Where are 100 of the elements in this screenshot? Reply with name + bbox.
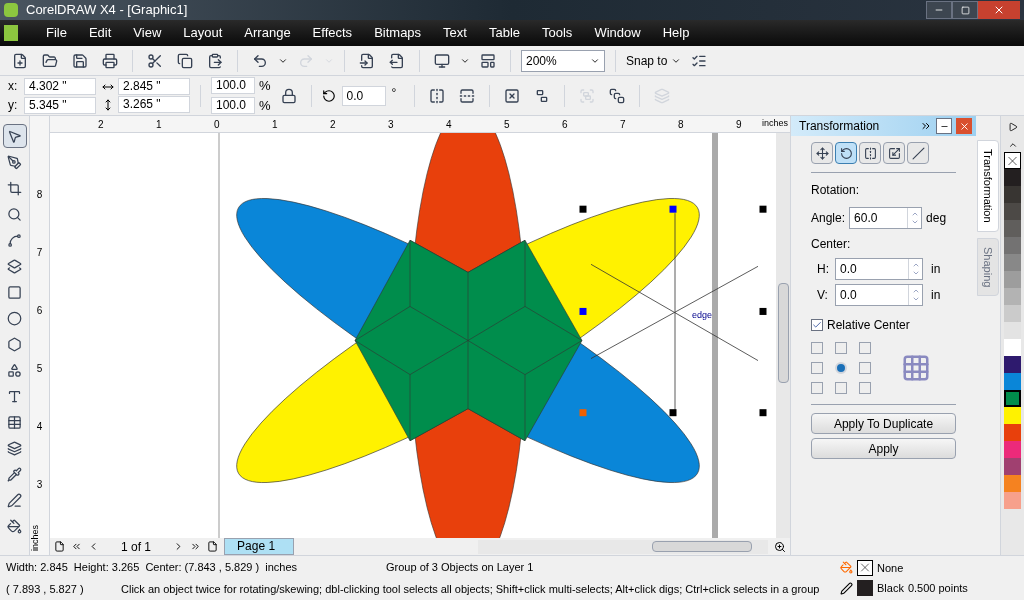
save-icon [72, 52, 88, 69]
ruler-label: 2 [98, 119, 104, 130]
menu-item[interactable]: Effects [304, 23, 361, 43]
apply-button[interactable]: Apply [811, 438, 956, 459]
menu-item[interactable]: Edit [80, 23, 120, 43]
color-swatch[interactable] [1004, 390, 1021, 407]
selection-handle[interactable] [669, 409, 677, 417]
color-swatch[interactable] [1004, 339, 1021, 356]
size-mode-button[interactable] [883, 142, 905, 164]
ruler-label: 4 [36, 421, 43, 433]
scale-x-field[interactable]: 100.0 [211, 76, 255, 94]
scroll-up-icon[interactable] [1007, 140, 1018, 150]
menu-item[interactable]: File [38, 23, 75, 43]
color-swatch[interactable] [1004, 271, 1021, 288]
horizontal-scrollbar[interactable] [478, 539, 768, 554]
ruler-unit-label: inches [762, 117, 788, 131]
no-fill-swatch [857, 559, 873, 576]
page-tab[interactable]: Page 1 [224, 538, 295, 555]
pick-tool-button[interactable] [2, 124, 27, 148]
color-swatch[interactable] [1004, 373, 1021, 390]
color-swatch[interactable] [1004, 203, 1021, 220]
minimize-button[interactable] [936, 118, 952, 134]
color-swatch[interactable] [1004, 492, 1021, 509]
rectangle-icon [7, 284, 22, 300]
apply-button[interactable]: Apply To Duplicate [811, 413, 956, 434]
docker-title: Transformation [799, 118, 880, 135]
rotation-field[interactable]: 0.0 [341, 85, 386, 106]
color-swatch[interactable] [1004, 322, 1021, 339]
y-field[interactable]: 5.345 " [24, 96, 96, 114]
table-icon [7, 414, 22, 430]
skew-mode-button[interactable] [907, 142, 929, 164]
last-page-icon[interactable] [190, 541, 202, 552]
zoom-dropdown[interactable]: 200% [521, 49, 605, 72]
add-page-icon[interactable] [207, 541, 219, 552]
menu-item[interactable]: Bitmaps [366, 23, 430, 43]
menu-item[interactable]: View [125, 23, 170, 43]
maximize-button[interactable] [952, 1, 978, 19]
color-swatch[interactable] [1004, 169, 1021, 186]
color-swatch[interactable] [1004, 424, 1021, 441]
add-page-icon[interactable] [54, 541, 65, 552]
play-icon[interactable] [1007, 122, 1018, 132]
ruler-label: 8 [36, 189, 43, 201]
ruler-label: 8 [678, 119, 684, 130]
x-field[interactable]: 4.302 " [24, 77, 96, 95]
ruler-label: 4 [446, 119, 452, 130]
vertical-scrollbar[interactable] [776, 133, 790, 538]
color-swatch[interactable] [1004, 356, 1021, 373]
skew-icon [911, 146, 925, 160]
selection-handle[interactable] [669, 205, 677, 213]
checkbox[interactable] [811, 319, 823, 331]
anchor-point[interactable] [835, 362, 847, 374]
no-color-swatch[interactable] [1004, 152, 1021, 169]
selection-handle[interactable] [579, 205, 587, 213]
selection-info: Group of 3 Objects on Layer 1 [386, 559, 534, 575]
minimize-button[interactable] [926, 1, 952, 19]
width-field[interactable]: 2.845 " [118, 78, 190, 95]
outline-color-label: Black [877, 581, 904, 596]
selection-handle[interactable] [759, 307, 767, 315]
selection-handle[interactable] [579, 409, 587, 417]
paste-icon [207, 52, 223, 69]
new-document-icon [12, 52, 28, 69]
color-swatch[interactable] [1004, 407, 1021, 424]
selection-handle[interactable] [759, 205, 767, 213]
color-swatch[interactable] [1004, 254, 1021, 271]
first-page-icon[interactable] [71, 541, 82, 552]
shape-icon [7, 154, 22, 170]
color-swatch[interactable] [1004, 305, 1021, 322]
ruler-label: 1 [272, 119, 278, 130]
zoom-icon[interactable] [774, 540, 786, 553]
rotate-mode-button[interactable] [835, 142, 857, 164]
color-swatch[interactable] [1004, 288, 1021, 305]
x-label: x: [8, 78, 19, 95]
menu-item[interactable]: Arrange [236, 23, 299, 43]
checkbox-label: Relative Center [827, 317, 910, 334]
color-swatch[interactable] [1004, 475, 1021, 492]
scale-y-field[interactable]: 100.0 [211, 97, 255, 115]
ruler-label: 6 [36, 305, 43, 317]
menu-item[interactable]: Window [586, 23, 649, 43]
docker-tab[interactable]: Shaping [977, 237, 999, 296]
close-button[interactable] [956, 118, 972, 134]
menu-item[interactable]: Help [654, 23, 698, 43]
position-mode-button[interactable] [811, 142, 833, 164]
color-swatch[interactable] [1004, 237, 1021, 254]
selection-handle[interactable] [579, 307, 587, 315]
menu-item[interactable]: Layout [175, 23, 231, 43]
color-swatch[interactable] [1004, 220, 1021, 237]
docker-tab[interactable]: Transformation [977, 140, 999, 232]
menu-item[interactable]: Table [480, 23, 528, 43]
mirror-horizontal-icon [429, 87, 446, 104]
expand-icon[interactable] [920, 120, 932, 132]
selection-handle[interactable] [759, 409, 767, 417]
snap-to-button[interactable]: Snap to [626, 51, 682, 70]
height-field[interactable]: 3.265 " [118, 96, 190, 113]
outline-swatch [857, 580, 873, 597]
color-swatch[interactable] [1004, 458, 1021, 475]
menu-item[interactable]: Tools [534, 23, 581, 43]
menu-item[interactable]: Text [435, 23, 475, 43]
color-swatch[interactable] [1004, 186, 1021, 203]
color-swatch[interactable] [1004, 441, 1021, 458]
undo-icon [252, 52, 268, 69]
